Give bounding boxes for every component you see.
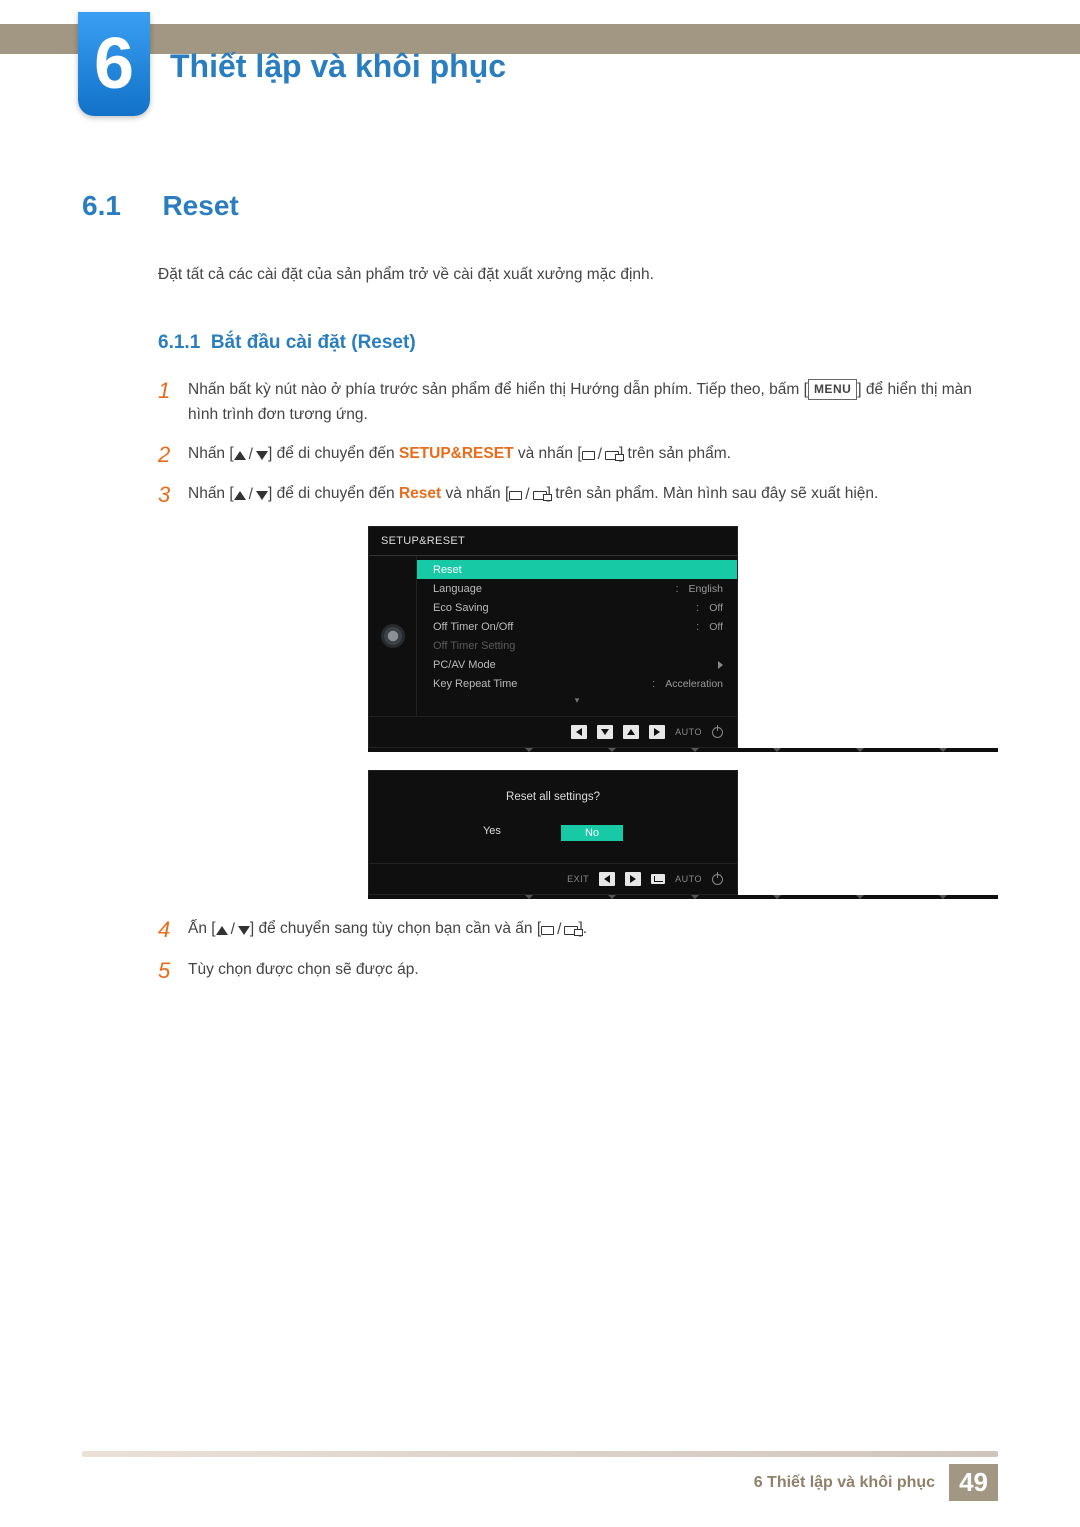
reset-label: Reset [399, 485, 441, 502]
chapter-number: 6 [94, 28, 134, 100]
osd-dialog-footer: EXIT AUTO [369, 863, 737, 894]
section-intro: Đặt tất cả các cài đặt của sản phẩm trở … [158, 266, 998, 284]
text: ] trên sản phẩm. [619, 445, 731, 462]
step-number: 5 [158, 958, 188, 984]
osd-button-indicators [368, 895, 998, 899]
osd-row-language: Language:English [417, 579, 737, 598]
text: Ấn [ [188, 920, 216, 937]
step-number: 4 [158, 917, 188, 943]
nav-up-icon [623, 725, 639, 739]
text: Nhấn [ [188, 485, 234, 502]
osd-dialog: Reset all settings? Yes No EXIT AUTO [368, 770, 738, 895]
menu-key: MENU [808, 379, 857, 400]
osd-row-pcav-mode: PC/AV Mode [417, 655, 737, 674]
osd-footer: AUTO [369, 716, 737, 747]
osd-gear-icon [369, 556, 417, 716]
up-down-icon: / [216, 918, 250, 943]
footer-chapter-label: 6 Thiết lập và khôi phục [754, 1474, 935, 1492]
osd-title: SETUP&RESET [369, 527, 737, 556]
step-number: 3 [158, 482, 188, 508]
footer-divider [82, 1451, 998, 1457]
dialog-yes: Yes [483, 825, 501, 841]
auto-label: AUTO [675, 727, 702, 737]
steps-list: 1 Nhấn bất kỳ nút nào ở phía trước sản p… [158, 378, 998, 984]
source-enter-icon: / [541, 918, 578, 943]
dialog-question: Reset all settings? [369, 771, 737, 817]
chapter-badge: 6 [78, 12, 150, 116]
osd-row-reset: Reset [417, 560, 737, 579]
text: ] để di chuyển đến [268, 485, 399, 502]
text: và nhấn [ [514, 445, 582, 462]
up-down-icon: / [234, 483, 268, 508]
auto-label: AUTO [675, 874, 702, 884]
step-1: 1 Nhấn bất kỳ nút nào ở phía trước sản p… [158, 378, 998, 428]
dialog-no: No [561, 825, 623, 841]
header-bar [0, 24, 1080, 54]
nav-left-icon [571, 725, 587, 739]
nav-down-icon [597, 725, 613, 739]
enter-icon [651, 874, 665, 884]
step-3: 3 Nhấn [/] để di chuyển đến Reset và nhấ… [158, 482, 998, 508]
source-enter-icon: / [582, 443, 619, 468]
osd-screenshot-1: SETUP&RESET Reset Language:English Eco S… [368, 526, 998, 899]
nav-right-icon [649, 725, 665, 739]
power-icon [712, 727, 723, 738]
osd-row-key-repeat: Key Repeat Time:Acceleration [417, 674, 737, 693]
content-area: 6.1 Reset Đặt tất cả các cài đặt của sản… [82, 190, 998, 998]
chevron-right-icon [718, 661, 723, 669]
text: và nhấn [ [441, 485, 509, 502]
step-number: 1 [158, 378, 188, 404]
step-5: 5 Tùy chọn được chọn sẽ được áp. [158, 958, 998, 984]
page-number: 49 [949, 1464, 998, 1501]
section-number: 6.1 [82, 190, 158, 222]
chapter-title: Thiết lập và khôi phục [170, 48, 506, 85]
page-footer: 6 Thiết lập và khôi phục 49 [0, 1464, 1080, 1501]
text: Nhấn bất kỳ nút nào ở phía trước sản phẩ… [188, 381, 808, 398]
text: ] để di chuyển đến [268, 445, 399, 462]
osd-row-eco-saving: Eco Saving:Off [417, 598, 737, 617]
text: ] trên sản phẩm. Màn hình sau đây sẽ xuấ… [547, 485, 879, 502]
nav-left-icon [599, 872, 615, 886]
osd-menu: SETUP&RESET Reset Language:English Eco S… [368, 526, 738, 748]
step-body: Nhấn bất kỳ nút nào ở phía trước sản phẩ… [188, 378, 998, 428]
text: ] để chuyển sang tùy chọn bạn cần và ấn … [250, 920, 541, 937]
subsection-number: 6.1.1 [158, 332, 200, 353]
nav-right-icon [625, 872, 641, 886]
dialog-options: Yes No [369, 817, 737, 863]
osd-list: Reset Language:English Eco Saving:Off Of… [417, 556, 737, 716]
scroll-down-icon: ▾ [417, 693, 737, 712]
source-enter-icon: / [509, 483, 546, 508]
step-body: Ấn [/] để chuyển sang tùy chọn bạn cần v… [188, 917, 998, 943]
step-4: 4 Ấn [/] để chuyển sang tùy chọn bạn cần… [158, 917, 998, 943]
step-2: 2 Nhấn [/] để di chuyển đến SETUP&RESET … [158, 442, 998, 468]
osd-button-indicators [368, 748, 998, 752]
osd-row-off-timer: Off Timer On/Off:Off [417, 617, 737, 636]
text: Nhấn [ [188, 445, 234, 462]
step-number: 2 [158, 442, 188, 468]
step-body: Tùy chọn được chọn sẽ được áp. [188, 958, 998, 983]
step-body: Nhấn [/] để di chuyển đến SETUP&RESET và… [188, 442, 998, 468]
step-body: Nhấn [/] để di chuyển đến Reset và nhấn … [188, 482, 998, 508]
osd-row-off-timer-setting: Off Timer Setting [417, 636, 737, 655]
up-down-icon: / [234, 443, 268, 468]
setup-reset-label: SETUP&RESET [399, 445, 514, 462]
subsection-heading: 6.1.1 Bắt đầu cài đặt (Reset) [158, 332, 998, 354]
exit-label: EXIT [567, 874, 589, 884]
power-icon [712, 874, 723, 885]
section-title: Reset [162, 190, 238, 222]
subsection-title: Bắt đầu cài đặt (Reset) [211, 332, 416, 353]
